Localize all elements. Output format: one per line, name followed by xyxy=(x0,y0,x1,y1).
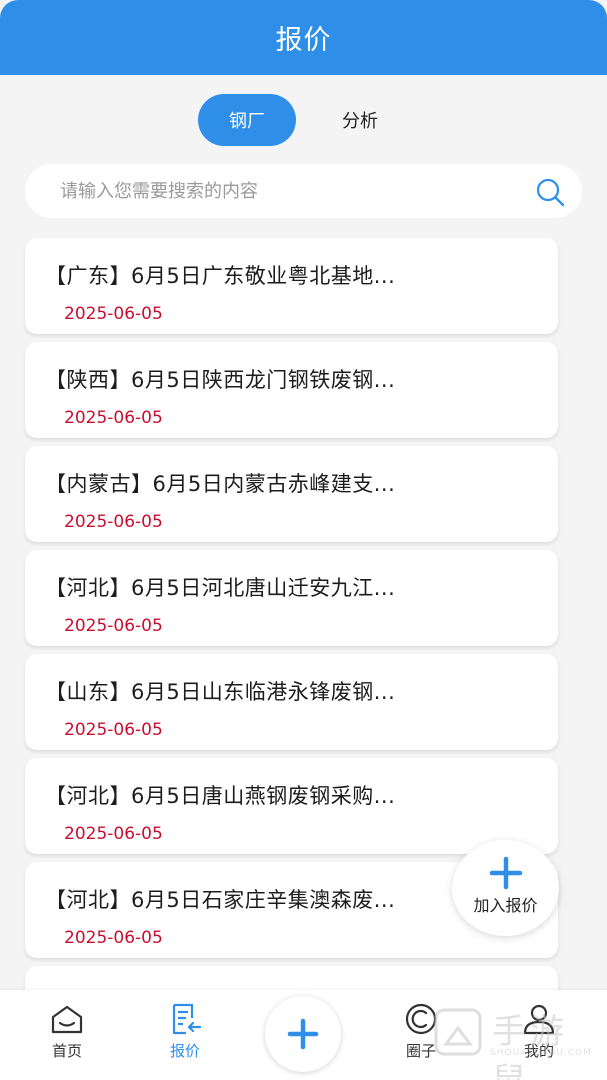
quote-list-icon xyxy=(172,1003,202,1035)
item-title: 【广东】6月5日广东敬业粤北基地... xyxy=(45,264,396,288)
item-title: 【山东】6月5日山东临港永锋废钢... xyxy=(45,680,396,704)
watermark-text: 手游鼠 xyxy=(492,1012,568,1080)
item-title: 【内蒙古】6月5日内蒙古赤峰建支... xyxy=(45,472,396,496)
header-bar: 报价 xyxy=(0,0,607,75)
add-quote-button[interactable]: 加入报价 xyxy=(452,840,559,936)
list-item[interactable]: 【河北】6月5日河北唐山迁安九江... 2025-06-05 xyxy=(25,550,558,646)
plus-icon xyxy=(489,856,522,890)
add-quote-label: 加入报价 xyxy=(473,896,538,915)
item-date: 2025-06-05 xyxy=(64,512,163,532)
tabbar-item-quote[interactable]: 报价 xyxy=(145,1002,225,1064)
tabbar-label-home: 首页 xyxy=(51,1042,82,1060)
item-date: 2025-06-05 xyxy=(64,408,163,428)
tabbar-label-quote: 报价 xyxy=(169,1042,200,1060)
tab-steel-mill[interactable]: 钢厂 xyxy=(198,94,296,146)
search-icon[interactable] xyxy=(534,176,566,208)
item-date: 2025-06-05 xyxy=(64,928,163,948)
item-title: 【河北】6月5日河北唐山迁安九江... xyxy=(45,576,396,600)
item-date: 2025-06-05 xyxy=(64,304,163,324)
tabbar-item-home[interactable]: 首页 xyxy=(27,1002,107,1064)
list-item[interactable]: 【山东】6月5日山东临港永锋废钢... 2025-06-05 xyxy=(25,654,558,750)
tab-analysis[interactable]: 分析 xyxy=(311,94,409,146)
plus-icon xyxy=(287,1018,319,1050)
home-icon xyxy=(51,1005,83,1034)
page-title: 报价 xyxy=(275,25,332,56)
watermark-logo-icon xyxy=(434,1008,482,1056)
item-date: 2025-06-05 xyxy=(64,720,163,740)
watermark: 手游鼠 SHOUYOUSHU.COM xyxy=(430,1000,600,1080)
item-title: 【河北】6月5日石家庄辛集澳森废... xyxy=(45,888,396,912)
item-date: 2025-06-05 xyxy=(64,824,163,844)
list-item[interactable]: 【陕西】6月5日陕西龙门钢铁废钢... 2025-06-05 xyxy=(25,342,558,438)
center-add-button[interactable] xyxy=(265,996,341,1072)
watermark-sub: SHOUYOUSHU.COM xyxy=(490,1048,592,1058)
search-input[interactable] xyxy=(60,180,500,202)
segment-tabs: 钢厂 分析 xyxy=(0,94,607,146)
list-item[interactable]: 【广东】6月5日广东敬业粤北基地... 2025-06-05 xyxy=(25,238,558,334)
search-bar xyxy=(25,164,582,218)
item-date: 2025-06-05 xyxy=(64,616,163,636)
list-item[interactable]: 【河北】6月5日唐山燕钢废钢采购... 2025-06-05 xyxy=(25,758,558,854)
item-title: 【陕西】6月5日陕西龙门钢铁废钢... xyxy=(45,368,396,392)
item-title: 【河北】6月5日唐山燕钢废钢采购... xyxy=(45,784,396,808)
list-item[interactable]: 【内蒙古】6月5日内蒙古赤峰建支... 2025-06-05 xyxy=(25,446,558,542)
